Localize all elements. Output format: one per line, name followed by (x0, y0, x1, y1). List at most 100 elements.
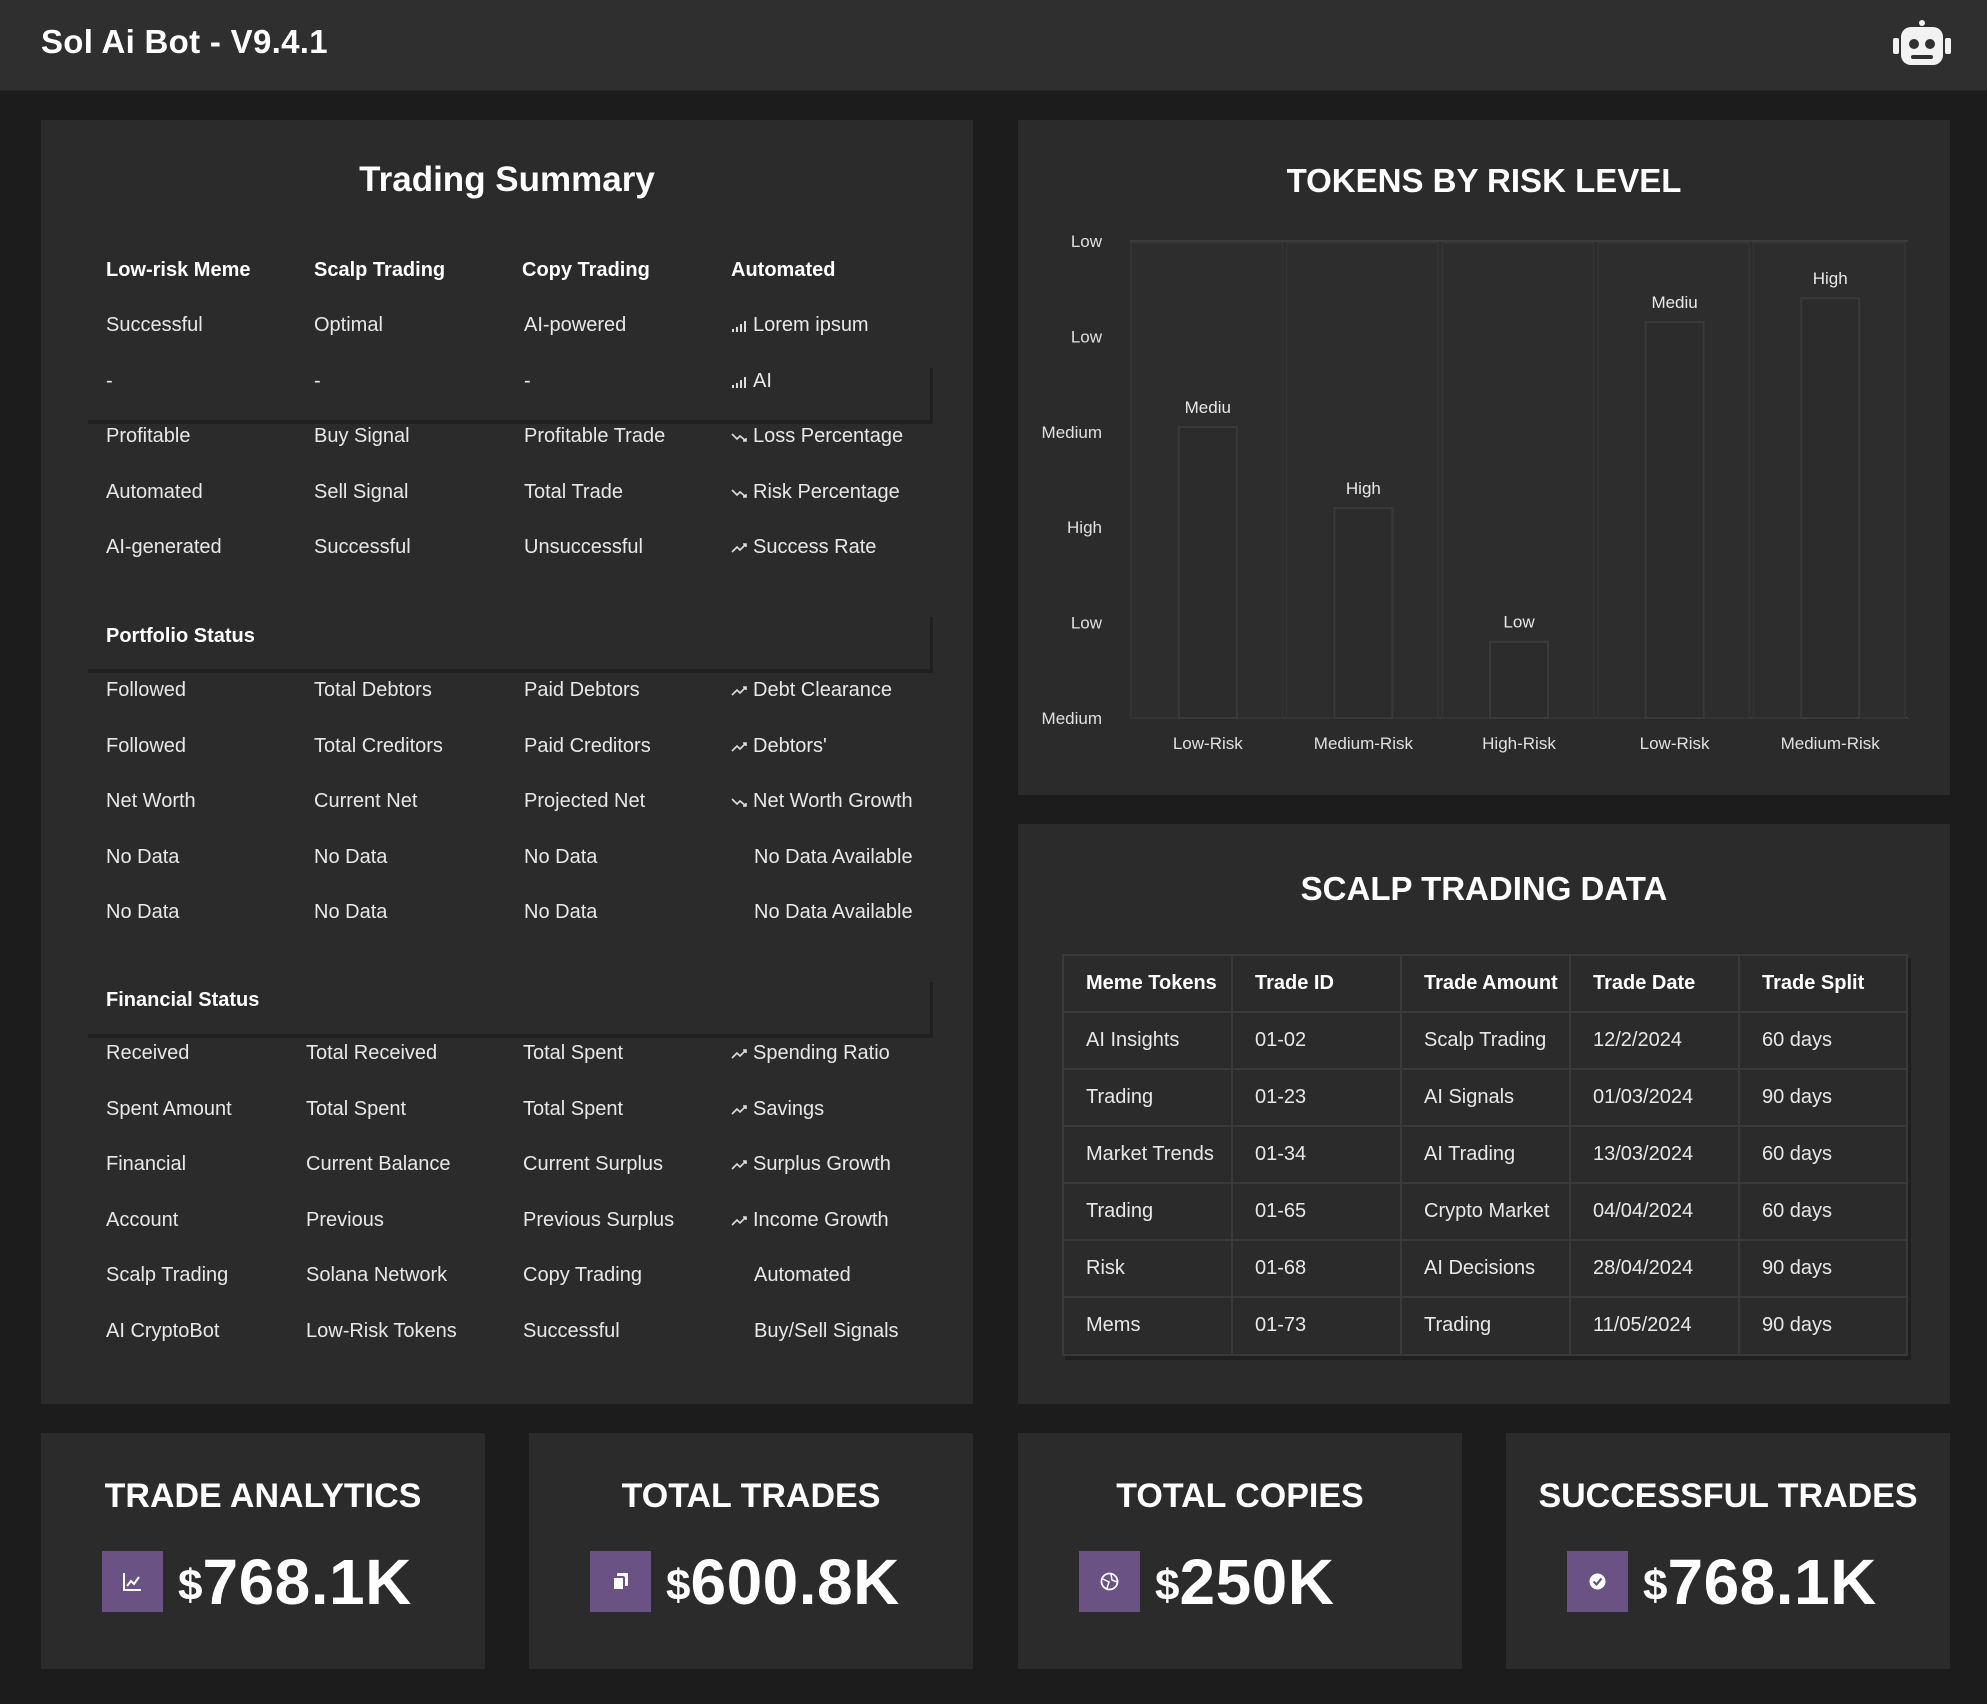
summary-cell-text: Success Rate (753, 536, 877, 558)
portfolio-cell-text: Total Debtors (314, 679, 432, 701)
bar-data-label: Mediu (1651, 293, 1697, 312)
portfolio-cell: Paid Debtors (524, 679, 640, 702)
table-column-header: Trade Date (1571, 956, 1740, 1013)
kpi-card-trade-analytics: TRADE ANALYTICS $768.1K (41, 1433, 485, 1669)
financial-cell-text: Savings (753, 1097, 825, 1120)
section-header-bar (85, 364, 930, 420)
summary-cell: Successful (106, 314, 203, 337)
summary-cell: Unsuccessful (524, 536, 643, 559)
y-tick-label: Low (1071, 614, 1103, 633)
kpi-title: TOTAL COPIES (1116, 1477, 1364, 1515)
financial-cell: Solana Network (306, 1264, 447, 1287)
currency-symbol: $ (666, 1561, 691, 1610)
table-cell: AI Insights (1064, 1013, 1233, 1070)
financial-cell: Previous (306, 1209, 384, 1232)
globe-icon (1079, 1551, 1140, 1612)
table-cell: AI Decisions (1402, 1241, 1571, 1298)
kpi-title: SUCCESSFUL TRADES (1538, 1477, 1918, 1515)
financial-cell-text: Total Spent (306, 1097, 407, 1120)
financial-cell: Total Spent (523, 1098, 623, 1121)
table-column-header: Trade ID (1233, 956, 1402, 1013)
bar (1333, 507, 1394, 719)
summary-cell: Lorem ipsum (731, 314, 869, 337)
table-cell: 28/04/2024 (1571, 1241, 1740, 1298)
portfolio-cell: Net Worth (106, 790, 196, 813)
financial-cell-text: Successful (523, 1320, 620, 1342)
portfolio-cell: No Data (106, 846, 179, 869)
summary-cell-text: Automated (106, 480, 203, 503)
financial-cell-text: Solana Network (306, 1264, 448, 1287)
summary-column-header: Low-risk Meme (106, 259, 251, 281)
table-cell: 01-68 (1233, 1241, 1402, 1298)
summary-column-header: Copy Trading (522, 259, 650, 281)
portfolio-cell-text: Net Worth (106, 790, 196, 812)
currency-symbol: $ (1643, 1561, 1668, 1610)
summary-cell-text: Successful (314, 536, 411, 558)
app-title: Sol Ai Bot - V9.4.1 (41, 23, 328, 60)
tokens-by-risk-chart: Low Low Medium High Low Medium Mediu Low-Risk Hi… (1042, 232, 1908, 753)
financial-cell-text: Received (106, 1042, 190, 1064)
portfolio-cell-text: Debtors' (753, 734, 827, 757)
scalp-trading-table: Meme Tokens Trade ID Trade Amount Trade Dat… (1062, 954, 1908, 1356)
portfolio-cell: No Data (524, 846, 597, 869)
table-cell: Mems (1064, 1298, 1233, 1355)
summary-cell: - (106, 370, 113, 393)
summary-cell: Buy Signal (314, 425, 410, 448)
portfolio-cell: No Data Available (754, 846, 913, 869)
financial-cell-text: Financial (106, 1153, 187, 1176)
financial-status-title: Financial Status (106, 989, 260, 1011)
financial-cell-text: AI CryptoBot (106, 1320, 220, 1342)
kpi-amount: 600.8K (690, 1546, 900, 1618)
portfolio-cell: Followed (106, 679, 186, 702)
portfolio-cell-text: No Data Available (754, 901, 913, 923)
trend-down-icon (731, 482, 749, 498)
portfolio-cell-text: No Data (524, 845, 598, 868)
financial-cell-text: Automated (754, 1264, 851, 1287)
currency-symbol: $ (178, 1561, 203, 1610)
financial-cell-text: Previous Surplus (523, 1208, 675, 1231)
summary-cell: Optimal (314, 314, 383, 337)
financial-cell: Current Surplus (523, 1153, 663, 1176)
summary-cell: Total Trade (524, 481, 623, 504)
financial-cell-text: Current Surplus (523, 1153, 664, 1176)
portfolio-cell: No Data (314, 901, 387, 924)
trading-summary-title: Trading Summary (359, 160, 655, 199)
signal-icon (731, 315, 749, 332)
financial-cell: AI CryptoBot (106, 1320, 219, 1343)
portfolio-status-title: Portfolio Status (106, 625, 255, 647)
table-cell: Trading (1402, 1298, 1571, 1355)
x-tick-label: Medium-Risk (1314, 734, 1414, 753)
summary-cell: AI-generated (106, 536, 222, 559)
portfolio-cell-text: No Data (106, 845, 180, 868)
table-cell: AI Signals (1402, 1070, 1571, 1127)
kpi-title: TRADE ANALYTICS (104, 1477, 422, 1515)
currency-symbol: $ (1155, 1561, 1180, 1610)
financial-cell: Received (106, 1042, 189, 1065)
financial-cell-text: Spending Ratio (753, 1042, 890, 1064)
financial-cell-text: Total Received (306, 1042, 438, 1064)
trend-down-icon (731, 426, 749, 442)
trend-up-icon (731, 736, 749, 752)
table-cell: Trading (1064, 1184, 1233, 1241)
table-header-row: Meme Tokens Trade ID Trade Amount Trade Dat… (1064, 956, 1906, 1013)
summary-cell: Profitable (106, 425, 191, 448)
bar (1177, 426, 1238, 719)
summary-cell-text: Sell Signal (314, 480, 409, 503)
financial-cell: Automated (754, 1264, 851, 1287)
portfolio-cell-text: Debt Clearance (753, 679, 892, 701)
robot-icon[interactable] (1893, 20, 1951, 68)
portfolio-cell: Total Debtors (314, 679, 432, 702)
financial-cell-text: Surplus Growth (753, 1153, 891, 1176)
financial-cell: Savings (731, 1098, 824, 1121)
kpi-card-total-copies: TOTAL COPIES $250K (1018, 1433, 1462, 1669)
table-cell: Market Trends (1064, 1127, 1233, 1184)
summary-cell-text: Optimal (314, 314, 383, 336)
table-cell: 90 days (1762, 1086, 1833, 1108)
top-bar: Sol Ai Bot - V9.4.1 (0, 0, 1987, 91)
financial-cell: Total Received (306, 1042, 437, 1065)
summary-cell: Profitable Trade (524, 425, 665, 448)
table-column-header: Meme Tokens (1064, 956, 1233, 1013)
portfolio-cell: No Data (314, 846, 387, 869)
bar (1800, 297, 1861, 720)
kpi-value: $768.1K (178, 1545, 412, 1619)
